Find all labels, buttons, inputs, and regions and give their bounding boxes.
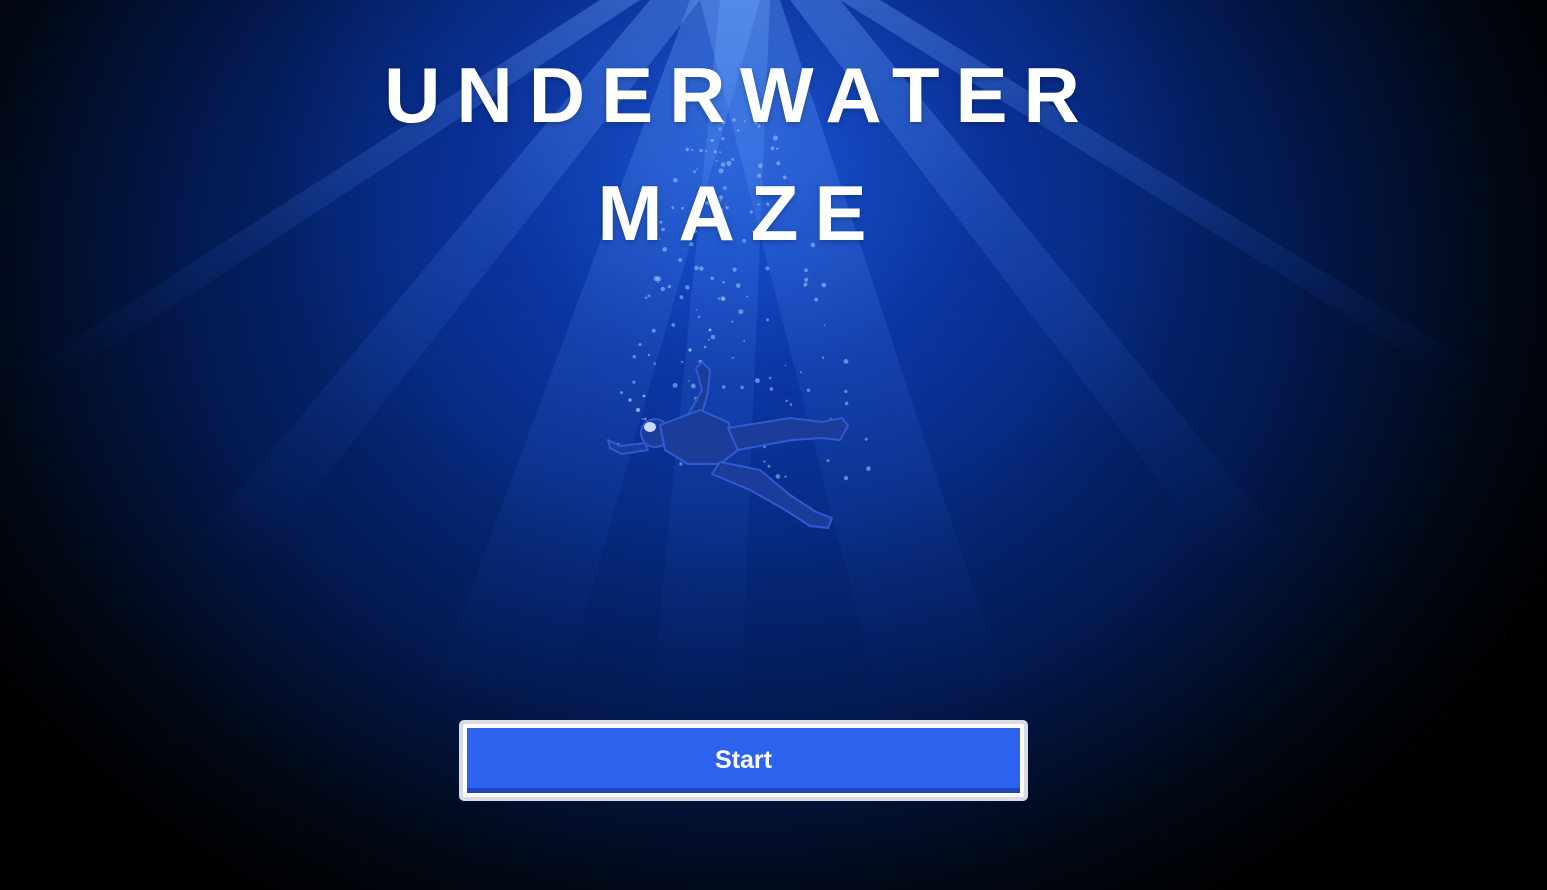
diver-icon [607, 328, 849, 529]
start-button[interactable]: Start [459, 720, 1028, 801]
title-screen: UNDERWATER MAZE Start [0, 0, 1547, 890]
title-line-1: UNDERWATER [384, 51, 1096, 139]
game-title: UNDERWATER MAZE [0, 36, 1480, 272]
